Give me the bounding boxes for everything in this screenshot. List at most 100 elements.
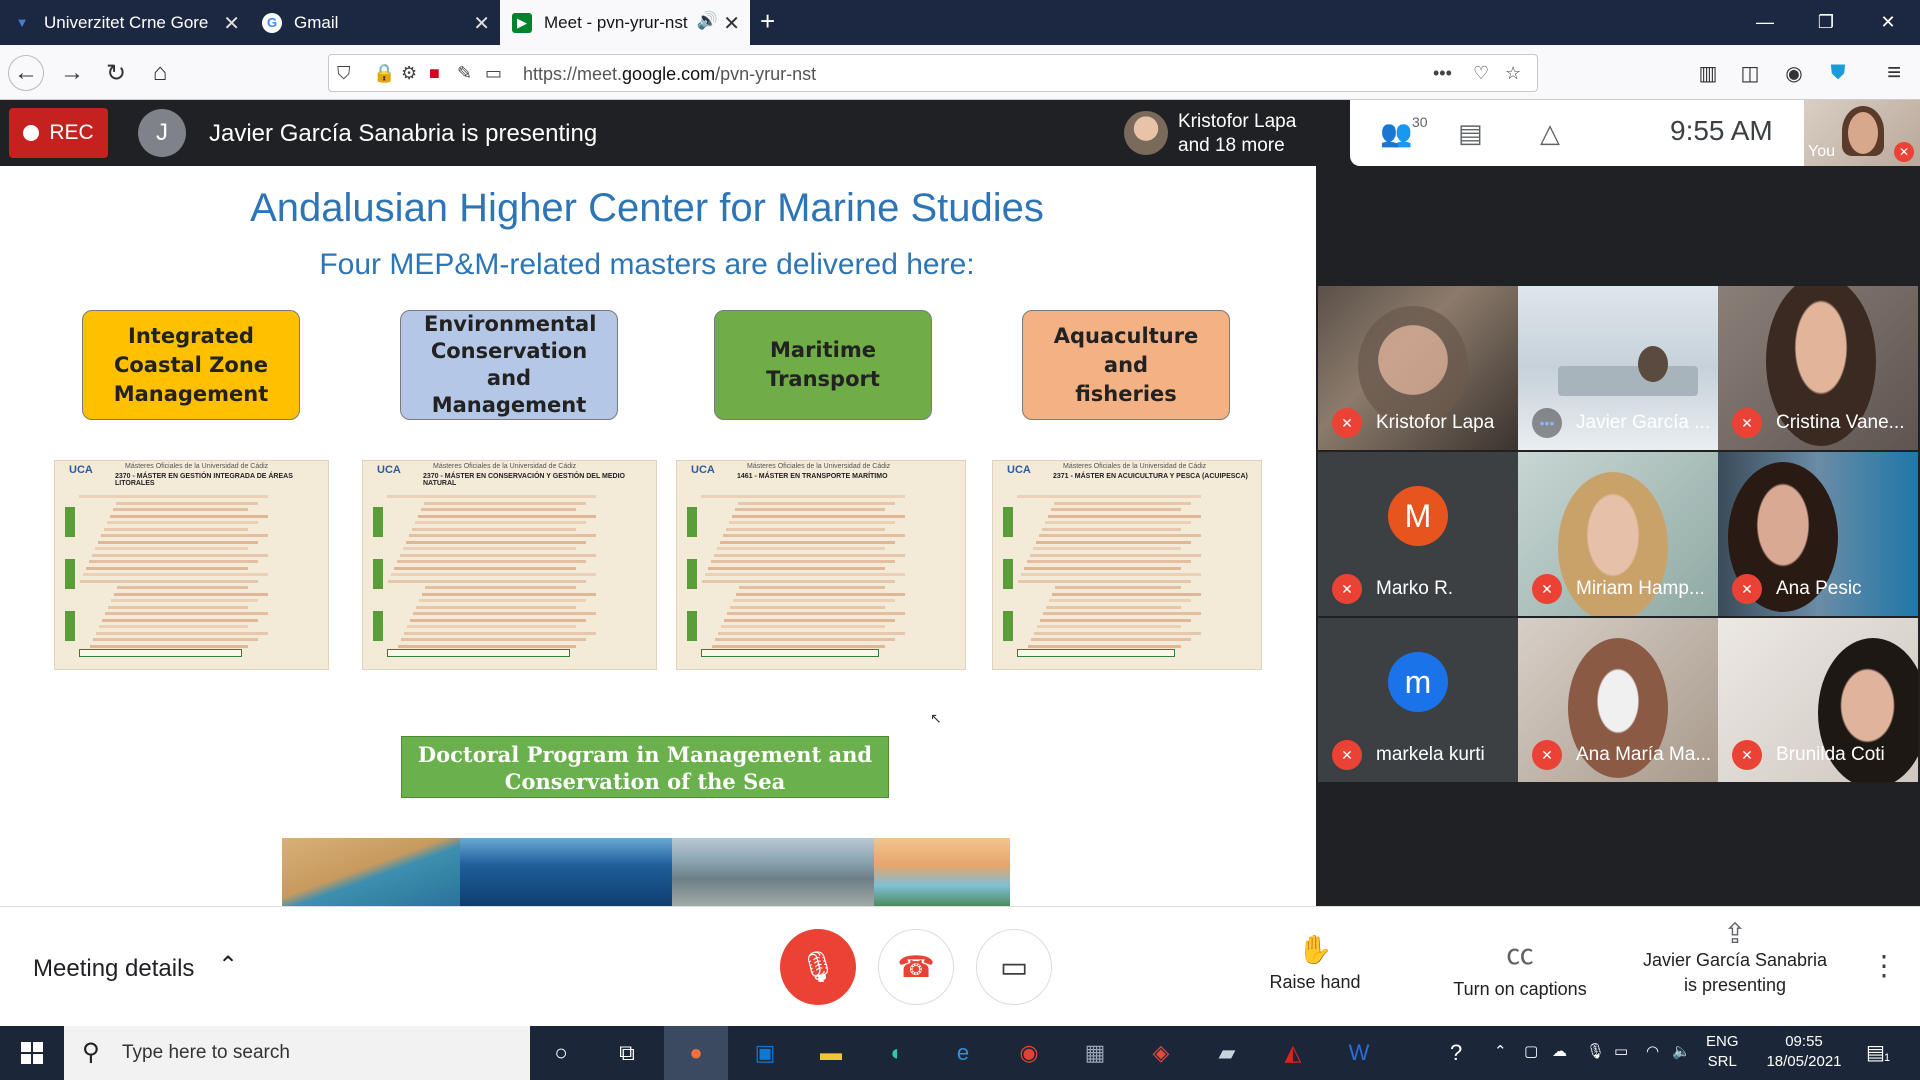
outlook-icon[interactable]: ▣ xyxy=(746,1034,784,1072)
more-options-icon[interactable]: ⋮ xyxy=(1870,949,1898,982)
camera-toggle-button[interactable]: ▭ xyxy=(976,929,1052,1005)
url-text[interactable]: https://meet.google.com/pvn-yrur-nst xyxy=(523,64,816,85)
poster-row xyxy=(1028,644,1181,648)
calculator-icon[interactable]: ▦ xyxy=(1076,1034,1114,1072)
tray-app-icon[interactable]: ▢ xyxy=(1524,1042,1538,1060)
chevron-up-icon[interactable]: ⌃ xyxy=(218,951,238,980)
notifications-icon[interactable]: ▤ xyxy=(1866,1040,1885,1065)
sidebar-icon[interactable]: ◫ xyxy=(1732,55,1768,91)
tab-label: Meet - pvn-yrur-nst xyxy=(544,12,688,32)
master-label: Environmental Conservation and Managemen… xyxy=(424,312,597,417)
poster-row xyxy=(1037,625,1181,628)
app-red-icon[interactable]: ◈ xyxy=(1142,1034,1180,1072)
close-icon[interactable]: ✕ xyxy=(473,11,490,36)
poster-row xyxy=(413,612,596,615)
meeting-details-button[interactable]: Meeting details xyxy=(33,955,194,983)
leave-call-button[interactable]: ☎ xyxy=(878,929,954,1005)
task-view-icon[interactable]: ⧉ xyxy=(608,1034,646,1072)
participant-tile[interactable]: m ✕ markela kurti xyxy=(1318,618,1518,782)
meet-icon: ▶ xyxy=(512,12,532,33)
chat-icon[interactable]: ▤ xyxy=(1458,118,1483,149)
participant-tile[interactable]: ✕ Ana Pesic xyxy=(1718,452,1918,616)
permissions-icon[interactable]: ⚙ xyxy=(401,63,417,84)
raise-hand-button[interactable]: ✋ Raise hand xyxy=(1250,933,1380,993)
avatar xyxy=(1124,111,1168,155)
poster-header: Másteres Oficiales de la Universidad de … xyxy=(125,463,269,470)
volume-icon[interactable]: 🔈 xyxy=(1672,1042,1691,1060)
speaker-icon[interactable]: 🔊 xyxy=(697,11,718,31)
poster-header: Másteres Oficiales de la Universidad de … xyxy=(433,463,577,470)
more-actions-icon[interactable]: ••• xyxy=(1433,63,1452,84)
chrome-icon[interactable]: ◉ xyxy=(1010,1034,1048,1072)
mic-off-icon: ✕ xyxy=(1532,740,1562,770)
extension-shield-icon[interactable]: ⛊ xyxy=(1820,55,1856,91)
participant-tile[interactable]: ••• Javier García ... xyxy=(1518,286,1718,450)
file-explorer-icon[interactable]: ▬ xyxy=(812,1034,850,1072)
chevron-up-icon[interactable]: ⌃ xyxy=(1494,1042,1507,1060)
home-icon[interactable]: ⌂ xyxy=(142,55,178,91)
pocket-icon[interactable]: ♡ xyxy=(1473,63,1489,84)
language-indicator[interactable]: ENG SRL xyxy=(1706,1032,1739,1072)
close-icon[interactable]: ✕ xyxy=(723,11,740,36)
participant-name: Brunilda Coti xyxy=(1776,744,1885,765)
tab-label: Univerzitet Crne Gore xyxy=(44,12,209,32)
minimize-icon[interactable]: — xyxy=(1735,0,1795,45)
poster-row xyxy=(421,508,576,511)
tab-meet[interactable]: ▶ Meet - pvn-yrur-nst 🔊 ✕ xyxy=(500,0,750,45)
presentation-button[interactable]: ⇪ Javier García Sanabria is presenting xyxy=(1630,920,1840,998)
cortana-icon[interactable]: ○ xyxy=(542,1034,580,1072)
mic-icon[interactable]: ✎ xyxy=(457,63,472,84)
window-close-icon[interactable]: ✕ xyxy=(1858,0,1918,45)
firefox-icon[interactable]: ● xyxy=(664,1026,728,1080)
bookmark-star-icon[interactable]: ☆ xyxy=(1505,63,1521,84)
self-view-tile[interactable]: You ✕ xyxy=(1804,100,1920,166)
lock-icon[interactable]: 🔒 xyxy=(373,63,395,84)
battery-icon[interactable]: ▭ xyxy=(1614,1042,1628,1060)
participant-tile[interactable]: ✕ Kristofor Lapa xyxy=(1318,286,1518,450)
help-icon[interactable]: ? xyxy=(1450,1040,1462,1066)
tray-mic-icon[interactable]: 🎙 xyxy=(1586,1042,1605,1060)
taskbar-clock[interactable]: 09:55 18/05/2021 xyxy=(1756,1032,1852,1072)
forward-arrow-icon[interactable]: → xyxy=(54,55,90,91)
taskbar-search-box[interactable]: ⚲ Type here to search xyxy=(64,1026,530,1080)
close-icon[interactable]: ✕ xyxy=(223,11,240,36)
menu-icon[interactable]: ≡ xyxy=(1876,55,1912,91)
windows-start-button[interactable] xyxy=(0,1026,64,1080)
camera-icon[interactable]: ■ xyxy=(429,63,440,84)
screen-share-icon[interactable]: ▭ xyxy=(485,63,502,84)
lang-line1: ENG xyxy=(1706,1033,1739,1050)
participant-tile[interactable]: ✕ Cristina Vane... xyxy=(1718,286,1918,450)
master-poster: UCA Másteres Oficiales de la Universidad … xyxy=(992,460,1262,670)
tab-univerzitet[interactable]: ▼ Univerzitet Crne Gore ✕ xyxy=(0,0,250,45)
participant-tile[interactable]: ✕ Ana María Ma... xyxy=(1518,618,1718,782)
edge-icon[interactable]: ◐ xyxy=(878,1034,916,1072)
poster-section-marker xyxy=(1003,611,1013,641)
captions-button[interactable]: ㏄ Turn on captions xyxy=(1440,933,1600,1000)
restore-icon[interactable]: ❐ xyxy=(1796,0,1856,45)
new-tab-plus-icon[interactable]: + xyxy=(760,6,775,37)
onedrive-icon[interactable]: ☁ xyxy=(1552,1042,1567,1060)
poster-row xyxy=(1040,618,1191,622)
address-bar[interactable]: ⛉ 🔒 ⚙ ■ ✎ ▭ https://meet.google.com/pvn-… xyxy=(328,54,1538,92)
participant-tile[interactable]: M ✕ Marko R. xyxy=(1318,452,1518,616)
internet-explorer-icon[interactable]: e xyxy=(944,1034,982,1072)
tab-gmail[interactable]: G Gmail ✕ xyxy=(250,0,500,45)
poster-row xyxy=(116,501,258,505)
presenting-status: Javier García Sanabria is presenting xyxy=(209,120,598,147)
app-grey-icon[interactable]: ▰ xyxy=(1208,1034,1246,1072)
reload-icon[interactable]: ↻ xyxy=(98,55,134,91)
participants-preview[interactable]: Kristofor Lapa and 18 more xyxy=(1112,100,1350,166)
mic-toggle-button[interactable]: 🎙 xyxy=(780,929,856,1005)
activities-icon[interactable]: △ xyxy=(1540,118,1560,149)
poster-row xyxy=(403,547,576,550)
wifi-icon[interactable]: ◠ xyxy=(1646,1042,1659,1060)
back-arrow-icon[interactable]: ← xyxy=(8,55,44,91)
word-icon[interactable]: W xyxy=(1340,1034,1378,1072)
acrobat-icon[interactable]: ◭ xyxy=(1274,1034,1312,1072)
tracking-shield-icon[interactable]: ⛉ xyxy=(337,63,351,84)
participant-tile[interactable]: ✕ Brunilda Coti xyxy=(1718,618,1918,782)
people-icon[interactable]: 👥 xyxy=(1380,118,1412,149)
participant-tile[interactable]: ✕ Miriam Hamp... xyxy=(1518,452,1718,616)
account-icon[interactable]: ◉ xyxy=(1776,55,1812,91)
library-icon[interactable]: ▥ xyxy=(1690,55,1726,91)
